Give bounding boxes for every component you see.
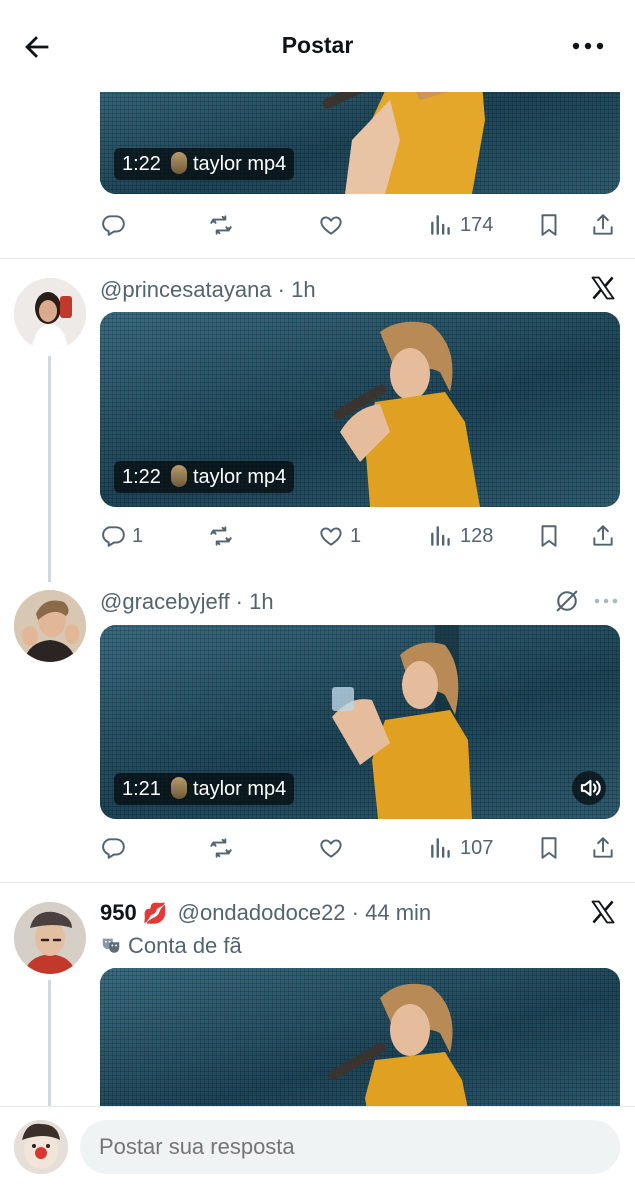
muted-icon[interactable] xyxy=(553,587,581,615)
repost-icon xyxy=(210,526,232,546)
repost-icon xyxy=(210,838,232,858)
page-title: Postar xyxy=(281,32,354,58)
theater-masks-icon xyxy=(102,938,120,953)
avatar[interactable] xyxy=(14,590,86,662)
video-player[interactable]: 1:22 taylor mp4 xyxy=(100,312,620,507)
views-button[interactable]: 174 xyxy=(428,210,493,240)
video-duration-badge: 1:21 taylor mp4 xyxy=(114,773,295,805)
views-chart-icon xyxy=(431,215,450,235)
like-button[interactable]: 1 xyxy=(318,521,361,551)
post-actions: 174 xyxy=(100,210,620,240)
caption-thumbnail-icon xyxy=(170,777,187,799)
views-chart-icon xyxy=(431,526,450,546)
repost-button[interactable] xyxy=(208,833,240,863)
video-duration-badge: 1:22 taylor mp4 xyxy=(114,461,295,493)
reply-icon xyxy=(102,526,125,547)
reply-composer xyxy=(0,1106,635,1199)
repost-icon xyxy=(210,215,232,235)
video-player[interactable]: 1:21 taylor mp4 xyxy=(100,625,620,819)
share-icon xyxy=(593,214,613,235)
share-button[interactable] xyxy=(590,521,616,551)
reply-button[interactable]: 1 xyxy=(100,521,143,551)
post-divider xyxy=(0,882,635,883)
caption-thumbnail-icon xyxy=(170,152,187,174)
share-icon xyxy=(593,525,613,546)
views-button[interactable]: 128 xyxy=(428,521,493,551)
post-actions: 107 xyxy=(100,833,620,863)
more-options-icon[interactable] xyxy=(593,597,619,605)
post-header: 950 💋 @ondadodoce22 · 44 min xyxy=(100,900,432,925)
share-icon xyxy=(593,837,613,858)
bookmark-icon xyxy=(541,525,557,547)
lips-emoji: 💋 xyxy=(142,903,168,925)
post-actions: 1 1 128 xyxy=(100,521,620,551)
user-handle[interactable]: @princesatayana xyxy=(100,277,272,302)
user-handle[interactable]: @ondadodoce22 xyxy=(178,900,346,925)
avatar-image xyxy=(14,1120,68,1174)
post-divider xyxy=(0,258,635,259)
video-caption: taylor mp4 xyxy=(192,778,287,800)
duration-text: 1:22 xyxy=(122,466,161,488)
more-horizontal-icon[interactable] xyxy=(571,36,605,56)
post-time: 1h xyxy=(249,589,274,614)
post-time: 1h xyxy=(291,277,316,302)
bookmark-icon xyxy=(541,214,557,236)
views-chart-icon xyxy=(431,838,450,858)
speaker-icon xyxy=(580,779,601,797)
video-player[interactable] xyxy=(100,968,620,1128)
heart-icon xyxy=(320,216,342,235)
avatar-image xyxy=(14,902,86,974)
views-button[interactable]: 107 xyxy=(428,833,493,863)
x-logo-icon xyxy=(591,276,615,300)
avatar[interactable] xyxy=(14,278,86,350)
like-button[interactable] xyxy=(318,833,350,863)
reply-input[interactable] xyxy=(80,1120,620,1174)
avatar[interactable] xyxy=(14,902,86,974)
avatar-image xyxy=(14,278,86,350)
avatar-image xyxy=(14,590,86,662)
post-header: @gracebyjeff · 1h xyxy=(100,589,274,614)
thread-connector xyxy=(48,980,51,1106)
share-button[interactable] xyxy=(590,210,616,240)
reply-button[interactable] xyxy=(100,210,132,240)
post-time: 44 min xyxy=(365,900,432,925)
like-button[interactable] xyxy=(318,210,350,240)
x-logo-icon xyxy=(591,900,615,924)
sound-toggle-button[interactable] xyxy=(572,771,606,805)
badge-text: Conta de fã xyxy=(128,933,242,958)
video-caption: taylor mp4 xyxy=(192,153,287,175)
user-handle[interactable]: @gracebyjeff xyxy=(100,589,230,614)
post-header: @princesatayana · 1h xyxy=(100,277,316,302)
bookmark-button[interactable] xyxy=(536,833,562,863)
top-bar: Postar xyxy=(0,0,635,92)
bookmark-icon xyxy=(541,837,557,859)
thread-connector xyxy=(48,356,51,582)
repost-button[interactable] xyxy=(208,210,240,240)
display-name[interactable]: 950 xyxy=(100,900,137,925)
repost-button[interactable] xyxy=(208,521,240,551)
bookmark-button[interactable] xyxy=(536,521,562,551)
share-button[interactable] xyxy=(590,833,616,863)
video-frame xyxy=(328,983,472,1128)
reply-icon xyxy=(102,838,125,859)
heart-icon xyxy=(320,527,342,546)
heart-icon xyxy=(320,839,342,858)
avatar[interactable] xyxy=(14,1120,68,1174)
reply-icon xyxy=(102,215,125,236)
duration-text: 1:21 xyxy=(122,778,161,800)
fan-account-label: Conta de fã xyxy=(100,933,242,959)
duration-text: 1:22 xyxy=(122,153,161,175)
video-caption: taylor mp4 xyxy=(192,466,287,488)
bookmark-button[interactable] xyxy=(536,210,562,240)
caption-thumbnail-icon xyxy=(170,465,187,487)
reply-button[interactable] xyxy=(100,833,132,863)
video-duration-badge: 1:22 taylor mp4 xyxy=(114,148,295,180)
